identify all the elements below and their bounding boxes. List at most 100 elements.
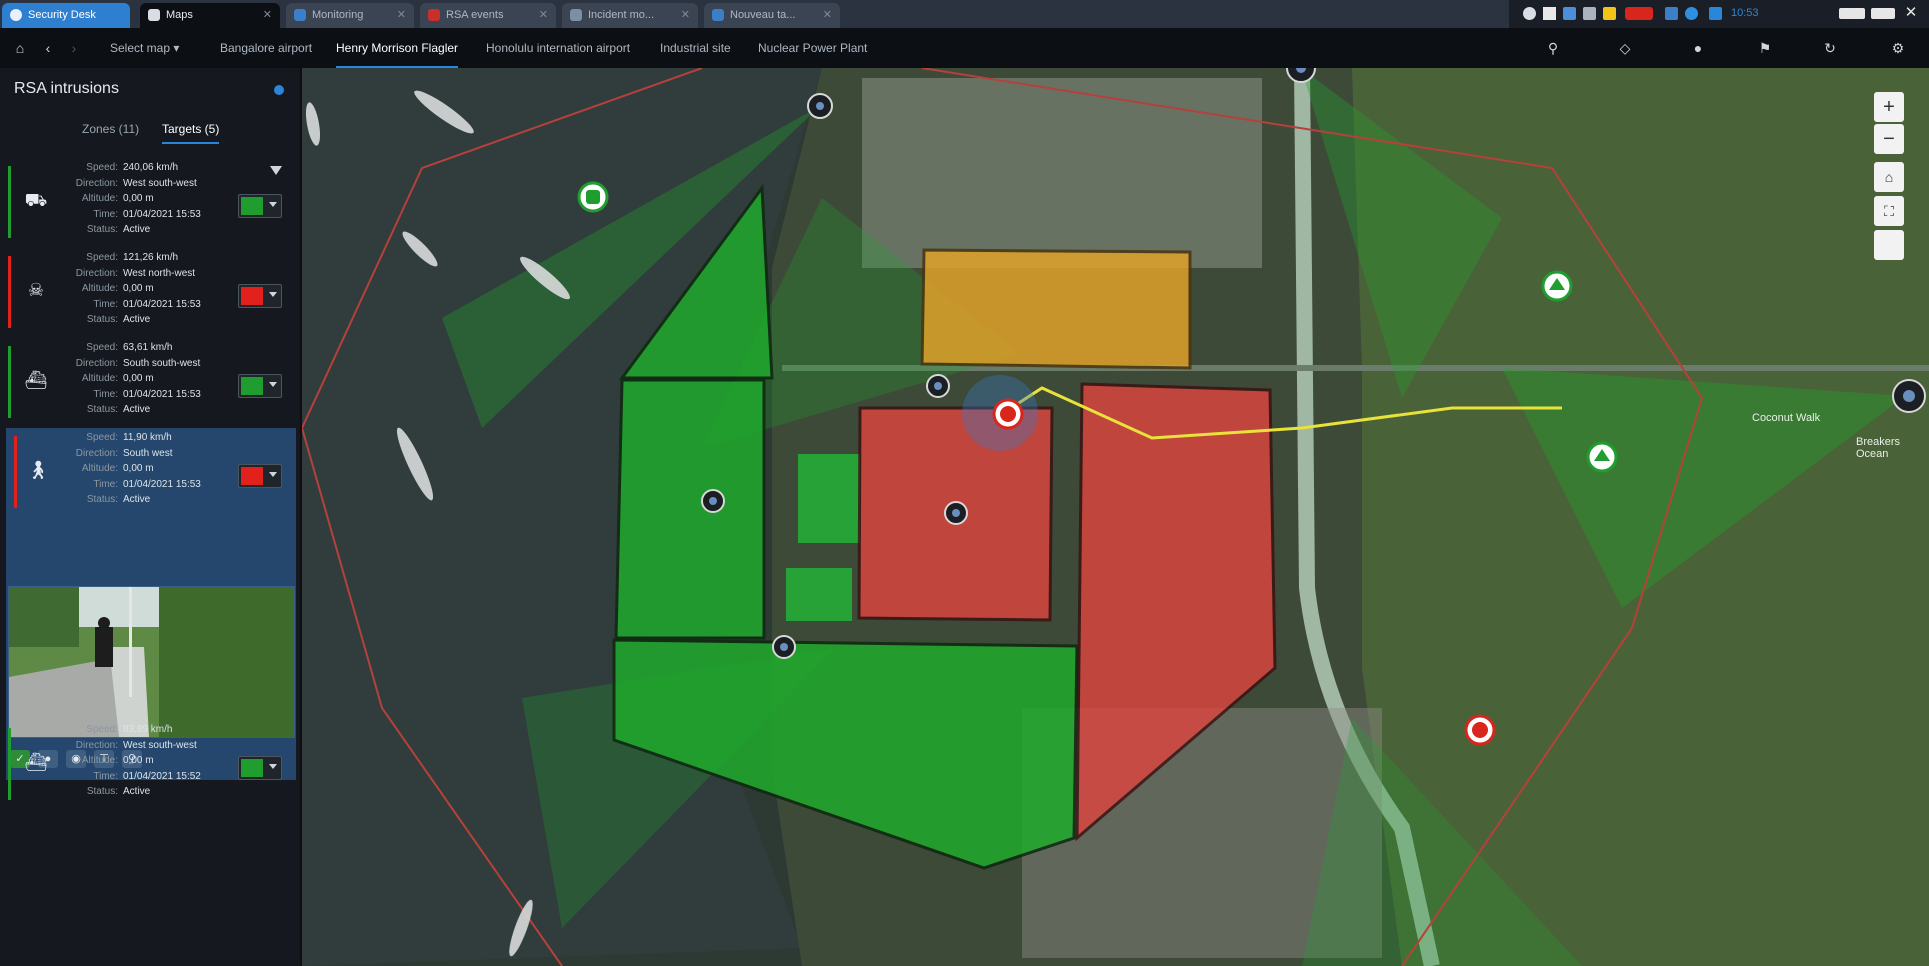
refresh-icon[interactable]: ↻ [1822,40,1838,56]
rsa-events-icon [428,9,440,21]
satellite-map[interactable] [302,68,1929,966]
search-icon[interactable]: ⚲ [1545,40,1561,56]
tab-incident[interactable]: Incident mo... ✕ [562,3,698,28]
tab-monitoring[interactable]: Monitoring ✕ [286,3,414,28]
tab-security-desk[interactable]: Security Desk [2,3,130,28]
altitude-label: Altitude: [81,463,118,474]
map-view[interactable]: Coconut Walk Breakers Ocean + − ⌂ ⛶ [302,68,1929,966]
tab-rsa-events[interactable]: RSA events ✕ [420,3,556,28]
select-map-dropdown[interactable]: Select map ▾ [110,28,179,68]
altitude-label: Altitude: [81,283,118,294]
time-value: 01/04/2021 15:53 [123,298,201,310]
target-color-picker[interactable] [238,464,282,488]
vessel-target-icon[interactable] [1586,441,1618,473]
person-icon: ☠ [27,280,45,300]
zoom-out-button[interactable]: − [1874,124,1904,154]
camera-marker[interactable] [772,635,796,659]
fullscreen-icon[interactable]: ⛶ [1874,196,1904,226]
target-item[interactable]: ☠ Speed: 121,26 km/h Direction: West north… [0,248,300,336]
notebook-icon[interactable] [1583,7,1596,20]
close-window-button[interactable]: ✕ [1901,4,1921,22]
target-item[interactable]: ⛴ Speed: 63,61 km/h Direction: South south… [0,338,300,426]
time-value: 01/04/2021 15:53 [123,388,201,400]
alarm-target-icon[interactable] [1464,714,1496,746]
status-label: Status: [86,314,118,325]
tab-targets[interactable]: Targets (5) [162,122,220,144]
warning-icon[interactable] [1543,7,1556,20]
map-tab-flagler[interactable]: Henry Morrison Flagler [336,28,459,68]
zone-green-small[interactable] [786,568,852,621]
tab-label: Incident mo... [588,9,655,21]
altitude-label: Altitude: [81,373,118,384]
status-label: Status: [86,494,118,505]
status-value: Active [123,314,151,325]
zone-orange[interactable] [920,248,1192,370]
status-icon[interactable] [1523,7,1536,20]
target-status-bar [8,256,11,328]
target-status-bar [8,166,11,238]
map-tab-bangalore[interactable]: Bangalore airport [220,28,312,68]
altitude-value: 0,00 m [123,373,154,384]
security-desk-icon [10,9,22,21]
zoom-in-button[interactable]: + [1874,92,1904,122]
zone-green-small[interactable] [798,454,860,543]
intruder-target-icon[interactable] [992,398,1024,430]
target-color-picker[interactable] [238,374,282,398]
map-tab-nuclear[interactable]: Nuclear Power Plant [758,28,867,68]
camera-marker[interactable] [701,489,725,513]
time-value: 01/04/2021 15:53 [123,208,201,220]
tab-label: RSA events [446,9,504,21]
close-icon[interactable]: ✕ [681,3,690,28]
tab-zones[interactable]: Zones (11) [82,122,139,136]
direction-label: Direction: [75,447,118,459]
speed-label: Speed: [86,162,118,173]
circle-icon[interactable]: ● [1690,40,1706,56]
map-label-walk: Coconut Walk [1752,412,1821,424]
building-block [862,78,1262,268]
layers-icon[interactable]: ◇ [1617,40,1633,56]
close-icon[interactable]: ✕ [263,3,272,28]
zone-green[interactable] [614,378,766,640]
camera-marker[interactable] [1892,379,1926,413]
back-icon[interactable]: ‹ [40,40,56,56]
pin-icon[interactable]: ⚑ [1757,40,1773,56]
tab-new[interactable]: Nouveau ta... ✕ [704,3,840,28]
maximize-button[interactable] [1871,8,1895,19]
minimize-button[interactable] [1839,8,1865,19]
status-label: Status: [86,404,118,415]
camera-marker[interactable] [807,93,833,119]
direction-value: West north-west [123,267,196,279]
target-color-picker[interactable] [238,284,282,308]
forward-icon[interactable]: › [66,40,82,56]
target-color-picker[interactable] [238,194,282,218]
radar-icon[interactable] [577,181,609,213]
altitude-value: 0,00 m [123,463,154,474]
gear-icon[interactable]: ⚙ [1890,40,1906,56]
close-icon[interactable]: ✕ [397,3,406,28]
target-item[interactable]: ⛴ Speed: 83,89 km/h Direction: West south-… [0,720,300,808]
map-tab-honolulu[interactable]: Honolulu internation airport [486,28,630,68]
device-icon[interactable] [1563,7,1576,20]
close-icon[interactable]: ✕ [539,3,548,28]
home-icon[interactable]: ⌂ [12,40,28,56]
map-label-breakers: Breakers Ocean [1856,436,1901,460]
rsa-sidebar: RSA intrusions Zones (11) Targets (5) ⛟ … [0,68,300,966]
target-color-picker[interactable] [238,756,282,780]
walker-icon: 🚶︎ [26,460,50,480]
vessel-target-icon[interactable] [1541,270,1573,302]
camera-marker[interactable] [926,374,950,398]
close-icon[interactable]: ✕ [823,3,832,28]
bell-icon[interactable] [1603,7,1616,20]
tab-maps[interactable]: Maps ✕ [140,3,280,28]
volume-icon[interactable] [1665,7,1678,20]
map-tab-industrial[interactable]: Industrial site [660,28,731,68]
status-dot [274,85,284,95]
home-view-icon[interactable]: ⌂ [1874,162,1904,192]
target-item[interactable]: ⛟ Speed: 240,06 km/h Direction: West south… [0,158,300,246]
camera-marker[interactable] [944,501,968,525]
layer-toggle-button[interactable] [1874,230,1904,260]
camera-snapshot[interactable] [8,586,295,738]
network-icon[interactable] [1685,7,1698,20]
alarm-badge-icon[interactable] [1625,7,1653,20]
user-icon[interactable] [1709,7,1722,20]
